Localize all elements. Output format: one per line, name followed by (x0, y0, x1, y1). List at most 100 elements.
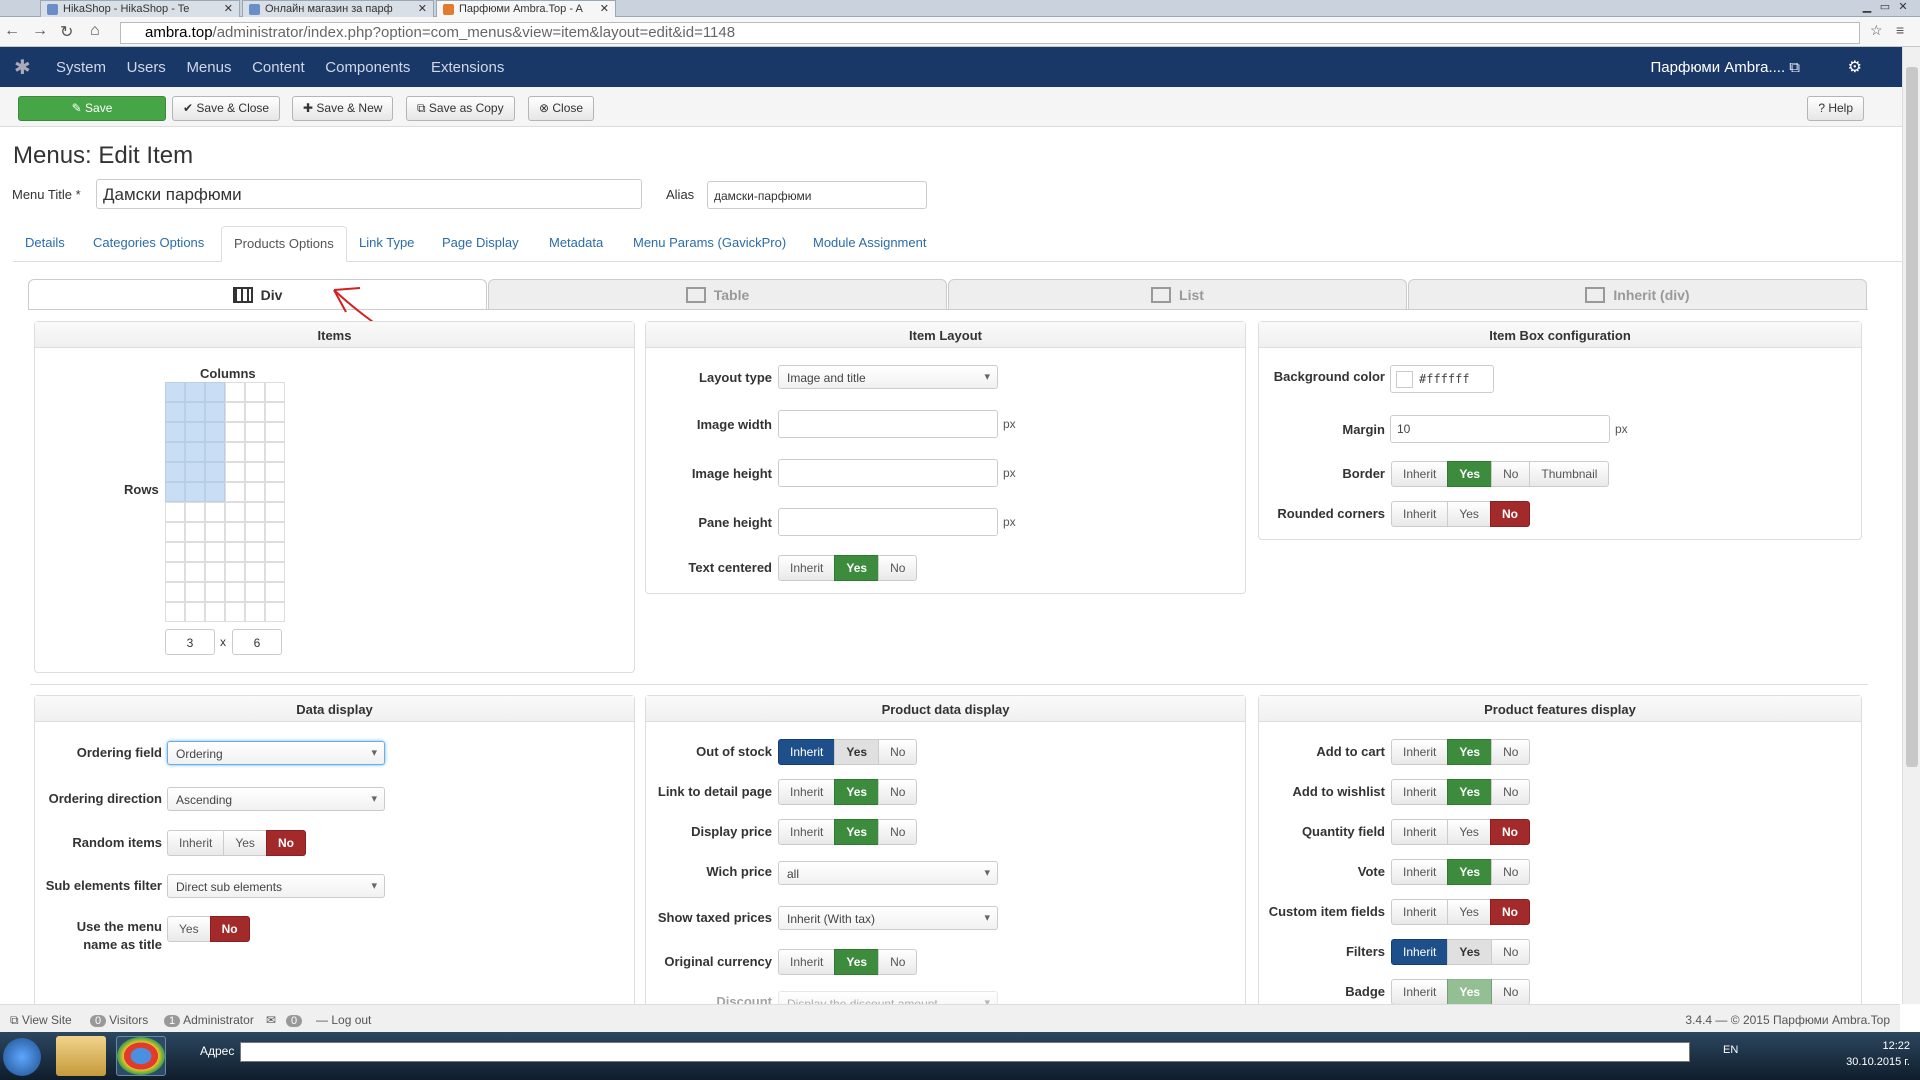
use-menu-no[interactable]: No (209, 916, 250, 942)
grid-cell[interactable] (245, 462, 265, 482)
badge-no[interactable]: No (1491, 979, 1531, 1005)
save-copy-button[interactable]: ⧉ Save as Copy (406, 96, 515, 121)
grid-cell[interactable] (185, 522, 205, 542)
border-no[interactable]: No (1491, 461, 1531, 487)
gear-icon[interactable]: ⚙ (1848, 57, 1862, 77)
grid-cell[interactable] (265, 582, 285, 602)
grid-cell[interactable] (225, 602, 245, 622)
grid-cell[interactable] (185, 502, 205, 522)
original-currency-yes[interactable]: Yes (834, 949, 880, 975)
grid-cell[interactable] (205, 582, 225, 602)
grid-cell[interactable] (185, 482, 205, 502)
grid-cell[interactable] (185, 402, 205, 422)
grid-cell[interactable] (245, 542, 265, 562)
grid-cell[interactable] (185, 562, 205, 582)
tab-metadata[interactable]: Metadata (537, 226, 615, 262)
out-of-stock-no[interactable]: No (878, 739, 918, 765)
grid-cell[interactable] (245, 482, 265, 502)
grid-cell[interactable] (265, 422, 285, 442)
grid-cell[interactable] (165, 582, 185, 602)
add-to-cart-no[interactable]: No (1491, 739, 1531, 765)
rounded-no[interactable]: No (1489, 501, 1530, 527)
grid-cell[interactable] (205, 462, 225, 482)
display-price-yes[interactable]: Yes (834, 819, 880, 845)
grid-cell[interactable] (225, 582, 245, 602)
tab-details[interactable]: Details (13, 226, 77, 262)
grid-cell[interactable] (265, 442, 285, 462)
back-icon[interactable]: ← (4, 22, 20, 40)
out-of-stock-inherit[interactable]: Inherit (778, 739, 836, 765)
grid-cell[interactable] (225, 382, 245, 402)
text-centered-no[interactable]: No (878, 555, 918, 581)
menu-content[interactable]: Content (252, 59, 305, 76)
tab-categories-options[interactable]: Categories Options (81, 226, 216, 262)
rounded-yes[interactable]: Yes (1447, 501, 1491, 527)
grid-cell[interactable] (165, 562, 185, 582)
random-yes[interactable]: Yes (223, 830, 267, 856)
grid-cell[interactable] (165, 382, 185, 402)
grid-cell[interactable] (245, 562, 265, 582)
border-thumbnail[interactable]: Thumbnail (1529, 461, 1610, 487)
grid-cell[interactable] (205, 502, 225, 522)
grid-cell[interactable] (205, 382, 225, 402)
layout-tab-table[interactable]: Table (488, 279, 947, 310)
tab-page-display[interactable]: Page Display (430, 226, 531, 262)
out-of-stock-yes[interactable]: Yes (834, 739, 880, 765)
grid-cell[interactable] (165, 422, 185, 442)
quantity-inherit[interactable]: Inherit (1391, 819, 1449, 845)
grid-cell[interactable] (225, 542, 245, 562)
taxed-prices-select[interactable]: Inherit (With tax) (778, 906, 998, 930)
filters-inherit[interactable]: Inherit (1391, 939, 1449, 965)
vote-no[interactable]: No (1491, 859, 1531, 885)
grid-cell[interactable] (265, 542, 285, 562)
display-price-no[interactable]: No (878, 819, 918, 845)
badge-yes[interactable]: Yes (1447, 979, 1493, 1005)
discount-select[interactable]: Display the discount amount (778, 991, 998, 1005)
tab-menu-params[interactable]: Menu Params (GavickPro) (621, 226, 798, 262)
menu-extensions[interactable]: Extensions (431, 59, 504, 76)
menu-system[interactable]: System (56, 59, 106, 76)
grid-cell[interactable] (185, 582, 205, 602)
custom-fields-inherit[interactable]: Inherit (1391, 899, 1449, 925)
wishlist-inherit[interactable]: Inherit (1391, 779, 1449, 805)
grid-cell[interactable] (205, 482, 225, 502)
grid-cell[interactable] (265, 482, 285, 502)
custom-fields-no[interactable]: No (1489, 899, 1530, 925)
grid-cell[interactable] (165, 482, 185, 502)
ordering-direction-select[interactable]: Ascending (167, 787, 385, 811)
taskbar-address-input[interactable] (240, 1042, 1690, 1062)
tab-link-type[interactable]: Link Type (347, 226, 426, 262)
forward-icon[interactable]: → (32, 22, 48, 40)
vote-inherit[interactable]: Inherit (1391, 859, 1449, 885)
close-icon[interactable]: ✕ (418, 2, 427, 15)
grid-cell[interactable] (265, 602, 285, 622)
chrome-icon[interactable] (116, 1036, 166, 1076)
minimize-icon[interactable]: ▁ (1858, 0, 1876, 13)
view-site-link[interactable]: ⧉ View Site (10, 1013, 72, 1028)
menu-menus[interactable]: Menus (186, 59, 231, 76)
layout-tab-list[interactable]: List (948, 279, 1407, 310)
image-height-input[interactable] (778, 459, 998, 487)
grid-cell[interactable] (265, 402, 285, 422)
grid-cell[interactable] (225, 442, 245, 462)
link-detail-yes[interactable]: Yes (834, 779, 880, 805)
grid-cell[interactable] (205, 422, 225, 442)
original-currency-no[interactable]: No (878, 949, 918, 975)
quantity-yes[interactable]: Yes (1447, 819, 1491, 845)
text-centered-yes[interactable]: Yes (834, 555, 880, 581)
grid-cell[interactable] (165, 502, 185, 522)
background-color-input[interactable]: #ffffff (1390, 365, 1494, 393)
home-icon[interactable]: ⌂ (90, 22, 100, 40)
grid-cell[interactable] (165, 462, 185, 482)
grid-cell[interactable] (185, 602, 205, 622)
original-currency-inherit[interactable]: Inherit (778, 949, 836, 975)
pane-height-input[interactable] (778, 508, 998, 536)
grid-cell[interactable] (245, 582, 265, 602)
grid-cell[interactable] (165, 602, 185, 622)
grid-cell[interactable] (225, 402, 245, 422)
random-inherit[interactable]: Inherit (167, 830, 225, 856)
columns-rows-grid[interactable] (165, 382, 285, 622)
grid-cell[interactable] (205, 542, 225, 562)
site-link[interactable]: Парфюми Ambra.... ⧉ (1651, 59, 1800, 76)
grid-cell[interactable] (225, 482, 245, 502)
